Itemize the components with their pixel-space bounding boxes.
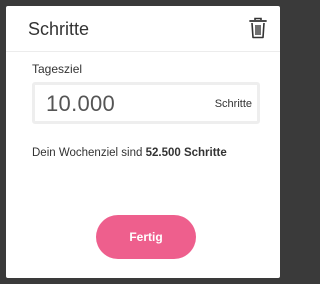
weekly-goal-prefix: Dein Wochenziel sind bbox=[32, 147, 146, 159]
dialog-title: Schritte bbox=[28, 19, 90, 39]
weekly-goal-text: Dein Wochenziel sind 52.500 Schritte bbox=[32, 146, 227, 160]
weekly-goal-amount: 52.500 Schritte bbox=[145, 147, 227, 159]
done-button[interactable]: Fertig bbox=[96, 215, 196, 259]
steps-goal-dialog: Schritte Tagesziel 10.000 Schritte Dein … bbox=[6, 6, 280, 278]
daily-goal-value[interactable]: 10.000 bbox=[46, 91, 115, 117]
daily-goal-input[interactable]: 10.000 Schritte bbox=[32, 82, 260, 124]
daily-goal-unit: Schritte bbox=[214, 98, 252, 110]
daily-goal-label: Tagesziel bbox=[32, 62, 83, 76]
dialog-header: Schritte bbox=[6, 6, 280, 52]
trash-icon[interactable] bbox=[248, 17, 268, 39]
